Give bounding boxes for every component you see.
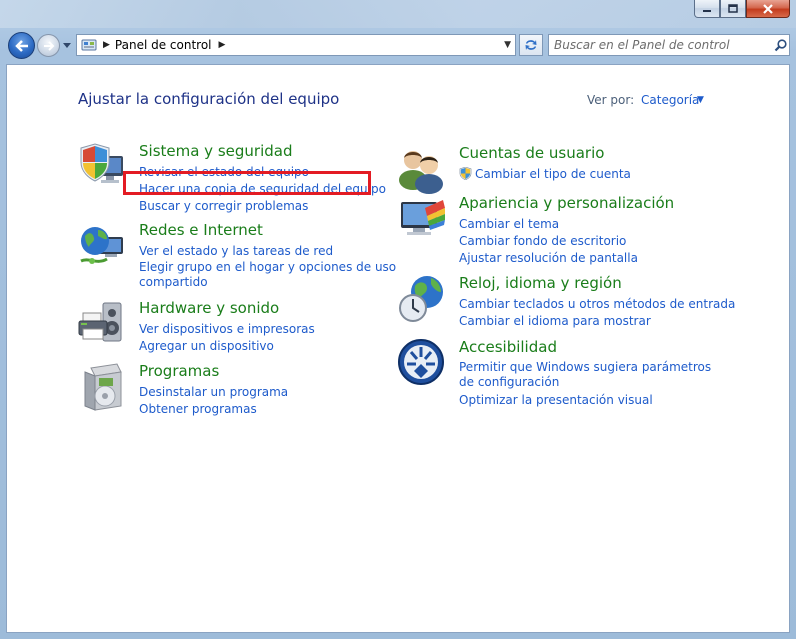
uac-shield-icon [459,167,472,180]
control-panel-icon [81,39,97,51]
link-uninstall-program[interactable]: Desinstalar un programa [139,384,399,401]
category-programs: Programas Desinstalar un programa Obtene… [77,362,377,422]
forward-button[interactable] [37,34,60,57]
link-homegroup-sharing[interactable]: Elegir grupo en el hogar y opciones de u… [139,260,399,290]
category-heading[interactable]: Reloj, idioma y región [459,274,622,292]
link-view-devices-printers[interactable]: Ver dispositivos e impresoras [139,321,399,338]
link-find-fix-problems[interactable]: Buscar y corregir problemas [139,198,399,215]
link-label: Cambiar el tipo de cuenta [475,167,631,181]
minimize-button[interactable] [694,0,720,18]
globe-network-icon[interactable] [77,221,127,271]
link-get-programs[interactable]: Obtener programas [139,401,399,418]
category-heading[interactable]: Hardware y sonido [139,299,279,317]
highlight-box [123,171,371,195]
category-heading[interactable]: Accesibilidad [459,338,557,356]
minimize-icon [703,9,711,12]
back-button[interactable] [8,32,35,59]
page-title: Ajustar la configuración del equipo [78,90,340,108]
back-arrow-icon [14,39,28,52]
refresh-button[interactable] [519,34,543,56]
category-heading[interactable]: Redes e Internet [139,221,263,239]
maximize-icon [728,4,738,13]
close-icon [763,3,773,14]
address-bar[interactable]: ▶ Panel de control ▶ ▼ [76,34,516,56]
address-dropdown-button[interactable]: ▼ [504,40,511,50]
shield-monitor-icon[interactable] [77,142,127,192]
caption-buttons [694,0,790,18]
view-by-dropdown[interactable]: Categoría [641,93,699,107]
view-by-label: Ver por: [587,93,635,107]
link-change-wallpaper[interactable]: Cambiar fondo de escritorio [459,233,719,250]
category-user-accounts: Cuentas de usuario Cambiar el tipo de cu… [397,144,727,194]
printer-speaker-icon[interactable] [77,299,127,349]
link-change-account-type[interactable]: Cambiar el tipo de cuenta [459,166,719,183]
accessibility-icon[interactable] [397,338,447,388]
search-box[interactable] [548,34,790,56]
link-windows-suggest-settings[interactable]: Permitir que Windows sugiera parámetros … [459,360,719,390]
category-heading[interactable]: Programas [139,362,219,380]
title-bar [0,0,796,28]
maximize-button[interactable] [720,0,746,18]
close-button[interactable] [746,0,790,18]
category-appearance: Apariencia y personalización Cambiar el … [397,194,727,265]
link-change-theme[interactable]: Cambiar el tema [459,216,719,233]
category-hardware: Hardware y sonido Ver dispositivos e imp… [77,299,377,359]
navigation-bar: ▶ Panel de control ▶ ▼ [6,32,790,60]
link-optimize-visual-display[interactable]: Optimizar la presentación visual [459,392,719,409]
category-network: Redes e Internet Ver el estado y las tar… [77,221,396,291]
clock-globe-icon[interactable] [397,274,447,324]
software-box-icon[interactable] [77,362,127,412]
display-palette-icon[interactable] [397,194,447,244]
search-input[interactable] [549,35,771,55]
refresh-icon [525,40,537,50]
link-change-display-language[interactable]: Cambiar el idioma para mostrar [459,313,719,330]
link-change-keyboards[interactable]: Cambiar teclados u otros métodos de entr… [459,296,735,313]
chevron-down-icon[interactable]: ▼ [697,95,704,105]
recent-pages-button[interactable] [62,41,72,51]
breadcrumb-control-panel[interactable]: Panel de control [115,38,212,52]
content-pane: Ajustar la configuración del equipo Ver … [6,64,790,633]
link-add-device[interactable]: Agregar un dispositivo [139,338,399,355]
chevron-down-icon [63,43,71,48]
search-icon[interactable] [771,38,789,52]
link-network-status[interactable]: Ver el estado y las tareas de red [139,243,399,260]
category-heading[interactable]: Cuentas de usuario [459,144,604,162]
category-heading[interactable]: Sistema y seguridad [139,142,292,160]
link-adjust-resolution[interactable]: Ajustar resolución de pantalla [459,250,719,267]
category-heading[interactable]: Apariencia y personalización [459,194,674,212]
forward-arrow-icon [43,40,54,51]
users-icon[interactable] [397,144,447,194]
category-accessibility: Accesibilidad Permitir que Windows sugie… [397,338,727,407]
breadcrumb-separator[interactable]: ▶ [219,40,226,50]
category-clock-language-region: Reloj, idioma y región Cambiar teclados … [397,274,735,328]
breadcrumb-separator[interactable]: ▶ [103,40,110,50]
